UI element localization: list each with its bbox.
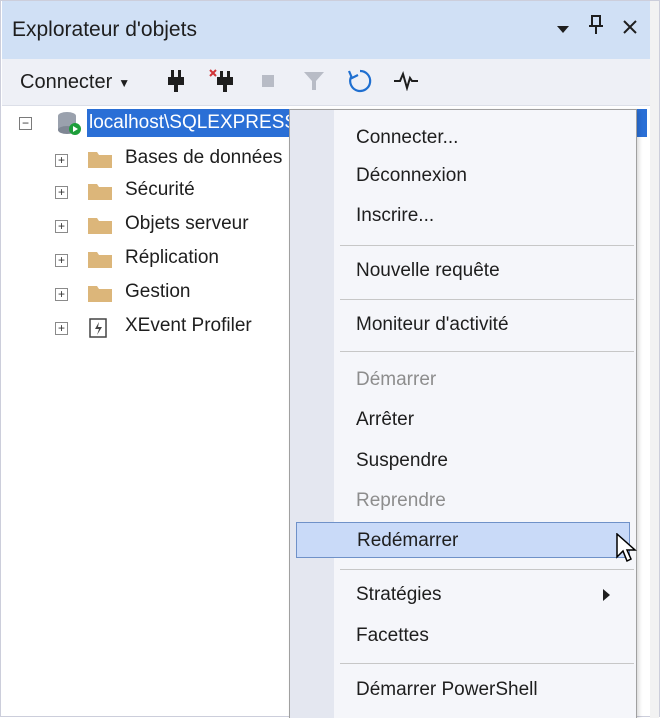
tree-item-label: Sécurité	[125, 179, 195, 200]
submenu-arrow-icon	[603, 589, 610, 601]
folder-icon	[87, 215, 113, 240]
collapse-toggle-icon[interactable]: −	[19, 117, 32, 130]
menu-separator	[340, 569, 634, 570]
menu-item-disconnect[interactable]: Déconnexion	[296, 158, 630, 194]
toolbar-icons	[162, 67, 420, 95]
connect-label: Connecter	[20, 71, 113, 93]
expand-toggle-icon[interactable]: +	[55, 288, 68, 301]
pin-icon[interactable]	[588, 15, 604, 40]
menu-item-label: Démarrer PowerShell	[356, 679, 538, 700]
folder-icon	[87, 181, 113, 206]
menu-item-label: Redémarrer	[357, 530, 459, 551]
menu-separator	[340, 245, 634, 246]
menu-item-label: Arrêter	[356, 409, 415, 430]
menu-item-activity-monitor[interactable]: Moniteur d'activité	[296, 307, 630, 343]
expand-toggle-icon[interactable]: +	[55, 154, 68, 167]
menu-item-label: Démarrer	[356, 369, 437, 390]
dropdown-arrow-icon[interactable]	[556, 16, 570, 40]
mouse-cursor-icon	[615, 532, 637, 570]
menu-separator	[340, 299, 634, 300]
menu-item-label: Stratégies	[356, 584, 442, 605]
folder-icon	[87, 283, 113, 308]
menu-item-connect[interactable]: Connecter...	[296, 120, 630, 156]
menu-item-restart[interactable]: Redémarrer	[296, 522, 630, 558]
vertical-scrollbar[interactable]	[650, 1, 659, 718]
menu-item-label: Déconnexion	[356, 165, 467, 186]
tree-item-label: Objets serveur	[125, 213, 249, 234]
tree-item-label: Réplication	[125, 247, 219, 268]
menu-item-start-powershell[interactable]: Démarrer PowerShell	[296, 672, 630, 708]
object-explorer-panel: Explorateur d'objets Connecter ▼ − local…	[0, 0, 660, 718]
filter-icon[interactable]	[300, 67, 328, 95]
menu-separator	[340, 663, 634, 664]
menu-item-label: Nouvelle requête	[356, 260, 500, 281]
stop-icon[interactable]	[254, 67, 282, 95]
menu-item-register[interactable]: Inscrire...	[296, 198, 630, 234]
panel-title-bar: Explorateur d'objets	[2, 1, 652, 59]
menu-separator	[340, 351, 634, 352]
folder-icon	[87, 249, 113, 274]
panel-title: Explorateur d'objets	[12, 18, 197, 41]
expand-toggle-icon[interactable]: +	[55, 254, 68, 267]
menu-item-label: Connecter...	[356, 127, 459, 148]
tree-item-label: Gestion	[125, 281, 191, 302]
menu-item-label: Facettes	[356, 625, 429, 646]
menu-item-label: Reprendre	[356, 490, 446, 511]
menu-item-start: Démarrer	[296, 362, 630, 398]
menu-item-policies[interactable]: Stratégies	[296, 577, 630, 613]
folder-icon	[87, 149, 113, 174]
menu-item-facets[interactable]: Facettes	[296, 618, 630, 654]
menu-item-stop[interactable]: Arrêter	[296, 402, 630, 438]
explorer-toolbar: Connecter ▼	[2, 59, 652, 106]
expand-toggle-icon[interactable]: +	[55, 322, 68, 335]
expand-toggle-icon[interactable]: +	[55, 220, 68, 233]
menu-item-new-query[interactable]: Nouvelle requête	[296, 253, 630, 289]
plug-disconnect-icon[interactable]	[208, 67, 236, 95]
xevent-icon	[87, 317, 109, 344]
tree-item-label: Bases de données	[125, 147, 283, 168]
menu-item-label: Suspendre	[356, 450, 448, 471]
context-menu: Connecter... Déconnexion Inscrire... Nou…	[289, 109, 637, 718]
activity-monitor-icon[interactable]	[392, 67, 420, 95]
plug-connect-icon[interactable]	[162, 67, 190, 95]
close-icon[interactable]	[622, 16, 638, 40]
chevron-down-icon: ▼	[118, 75, 131, 90]
menu-item-pause[interactable]: Suspendre	[296, 443, 630, 479]
title-controls	[556, 15, 638, 40]
tree-item-label: XEvent Profiler	[125, 315, 252, 336]
refresh-icon[interactable]	[346, 67, 374, 95]
server-running-icon	[55, 111, 83, 142]
connect-dropdown-button[interactable]: Connecter ▼	[20, 71, 130, 94]
menu-item-resume: Reprendre	[296, 483, 630, 519]
expand-toggle-icon[interactable]: +	[55, 186, 68, 199]
menu-item-label: Inscrire...	[356, 205, 435, 226]
menu-item-label: Moniteur d'activité	[356, 314, 509, 335]
